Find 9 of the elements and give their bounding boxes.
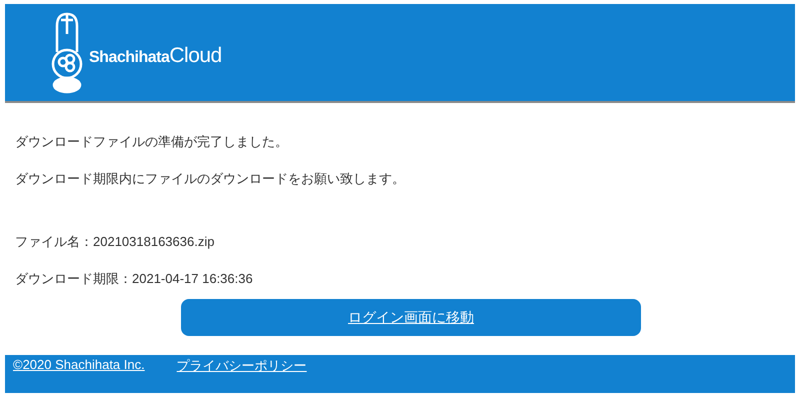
footer-link[interactable]: ©2020 Shachihata Inc. [13,357,145,372]
detail-text: ダウンロード期限：2021-04-17 16:36:36 [15,270,254,288]
seal-logo-icon [49,12,85,94]
login-button[interactable]: ログイン画面に移動 [181,299,641,336]
logo-text: ShachihataCloud [89,44,222,68]
footer-link[interactable]: プライバシーポリシー [176,357,307,375]
message-text: ダウンロード期限内にファイルのダウンロードをお願い致します。 [15,170,406,188]
message-text: ダウンロードファイルの準備が完了しました。 [15,133,289,151]
detail-text: ファイル名：20210318163636.zip [15,233,216,251]
